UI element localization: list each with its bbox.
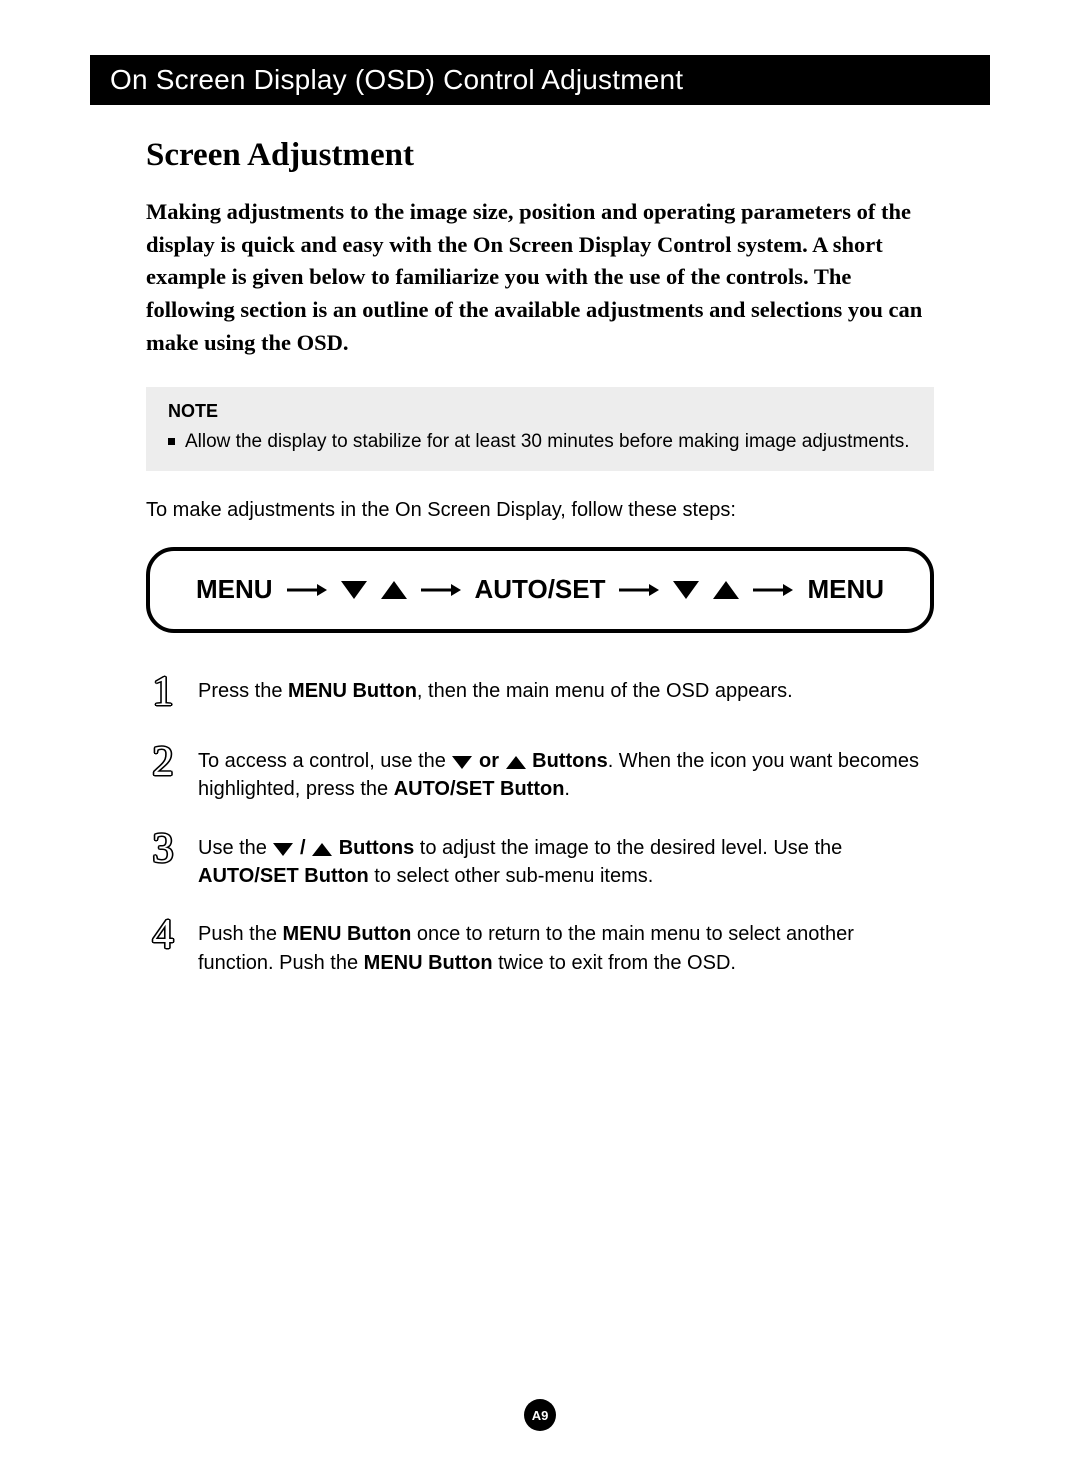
step-body: Push the MENU Button once to return to t… bbox=[198, 918, 934, 977]
note-text: Allow the display to stabilize for at le… bbox=[185, 430, 909, 455]
flow-auto-set: AUTO/SET bbox=[475, 574, 606, 605]
note-row: Allow the display to stabilize for at le… bbox=[168, 430, 912, 455]
triangle-down-icon bbox=[273, 843, 293, 856]
step-number: 1 bbox=[146, 675, 180, 717]
step-2: 2 To access a control, use the or Button… bbox=[146, 745, 934, 804]
flow-menu-start: MENU bbox=[196, 574, 273, 605]
triangle-up-icon bbox=[506, 756, 526, 769]
button-flow-box: MENU AUTO/SET MENU bbox=[146, 547, 934, 633]
section-heading: Screen Adjustment bbox=[146, 137, 934, 174]
arrow-right-icon bbox=[421, 582, 461, 598]
arrow-right-icon bbox=[287, 582, 327, 598]
note-box: NOTE Allow the display to stabilize for … bbox=[146, 387, 934, 471]
page-number-badge: A9 bbox=[524, 1399, 556, 1431]
step-number: 2 bbox=[146, 745, 180, 787]
triangle-down-icon bbox=[452, 756, 472, 769]
step-1: 1 Press the MENU Button, then the main m… bbox=[146, 675, 934, 717]
bullet-icon bbox=[168, 438, 175, 445]
step-number: 4 bbox=[146, 918, 180, 960]
content-area: Screen Adjustment Making adjustments to … bbox=[90, 137, 990, 977]
triangle-down-icon bbox=[341, 581, 367, 599]
button-flow-row: MENU AUTO/SET MENU bbox=[196, 574, 884, 605]
triangle-up-icon bbox=[381, 581, 407, 599]
step-body: Use the / Buttons to adjust the image to… bbox=[198, 832, 934, 891]
step-3: 3 Use the / Buttons to adjust the image … bbox=[146, 832, 934, 891]
step-number: 3 bbox=[146, 832, 180, 874]
step-body: Press the MENU Button, then the main men… bbox=[198, 675, 793, 705]
step-4: 4 Push the MENU Button once to return to… bbox=[146, 918, 934, 977]
triangle-up-icon bbox=[312, 843, 332, 856]
title-bar-text: On Screen Display (OSD) Control Adjustme… bbox=[110, 64, 683, 96]
steps-list: 1 Press the MENU Button, then the main m… bbox=[146, 675, 934, 977]
manual-page: On Screen Display (OSD) Control Adjustme… bbox=[0, 0, 1080, 1477]
page-number: A9 bbox=[532, 1408, 549, 1423]
flow-menu-end: MENU bbox=[807, 574, 884, 605]
lead-in-text: To make adjustments in the On Screen Dis… bbox=[146, 499, 934, 522]
title-bar: On Screen Display (OSD) Control Adjustme… bbox=[90, 55, 990, 105]
arrow-right-icon bbox=[753, 582, 793, 598]
arrow-right-icon bbox=[619, 582, 659, 598]
step-body: To access a control, use the or Buttons.… bbox=[198, 745, 934, 804]
note-label: NOTE bbox=[168, 401, 912, 422]
triangle-down-icon bbox=[673, 581, 699, 599]
intro-paragraph: Making adjustments to the image size, po… bbox=[146, 196, 934, 359]
triangle-up-icon bbox=[713, 581, 739, 599]
